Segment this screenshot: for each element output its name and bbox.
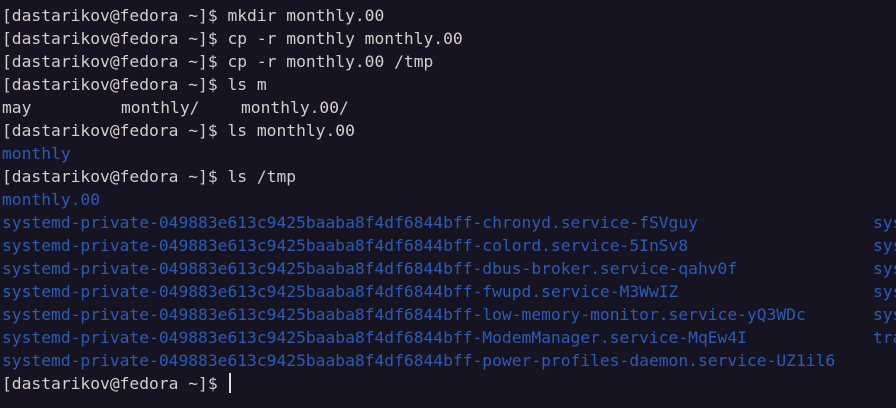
terminal-window[interactable]: [dastarikov@fedora ~]$ mkdir monthly.00 … [0,0,896,408]
ls-entry-directory-truncated: sys [873,213,896,232]
ls-output-row: systemd-private-049883e613c9425baaba8f4d… [2,349,896,372]
ls-entry: may [2,98,32,117]
ls-entry: monthly/ [121,98,200,117]
shell-prompt: [dastarikov@fedora ~]$ [2,52,228,71]
terminal-line: [dastarikov@fedora ~]$ mkdir monthly.00 [2,4,896,27]
terminal-line: [dastarikov@fedora ~]$ ls m [2,73,896,96]
command-text: cp -r monthly monthly.00 [227,29,463,48]
ls-output-row: systemd-private-049883e613c9425baaba8f4d… [2,211,896,234]
active-prompt-line[interactable]: [dastarikov@fedora ~]$ [2,372,896,395]
ls-entry-directory: systemd-private-049883e613c9425baaba8f4d… [2,328,747,347]
ls-entry-directory-truncated: tra [873,328,896,347]
shell-prompt: [dastarikov@fedora ~]$ [2,121,228,140]
command-text: mkdir monthly.00 [227,6,385,25]
ls-entry-directory-truncated: sys [873,305,896,324]
terminal-line: [dastarikov@fedora ~]$ cp -r monthly mon… [2,27,896,50]
ls-output-row: systemd-private-049883e613c9425baaba8f4d… [2,326,896,349]
command-text: cp -r monthly.00 /tmp [227,52,434,71]
shell-prompt: [dastarikov@fedora ~]$ [2,29,228,48]
terminal-line: [dastarikov@fedora ~]$ ls monthly.00 [2,119,896,142]
shell-prompt: [dastarikov@fedora ~]$ [2,75,228,94]
terminal-line: [dastarikov@fedora ~]$ cp -r monthly.00 … [2,50,896,73]
ls-entry-directory-truncated: sys [873,236,896,255]
shell-prompt: [dastarikov@fedora ~]$ [2,374,228,393]
shell-prompt: [dastarikov@fedora ~]$ [2,6,228,25]
ls-output-row: systemd-private-049883e613c9425baaba8f4d… [2,303,896,326]
ls-output-row: systemd-private-049883e613c9425baaba8f4d… [2,280,896,303]
ls-output-row: systemd-private-049883e613c9425baaba8f4d… [2,257,896,280]
shell-prompt: [dastarikov@fedora ~]$ [2,167,228,186]
ls-entry-directory: systemd-private-049883e613c9425baaba8f4d… [2,213,698,232]
ls-entry-directory: systemd-private-049883e613c9425baaba8f4d… [2,351,836,370]
ls-entry-directory: monthly [2,144,71,163]
command-text: ls monthly.00 [227,121,355,140]
ls-entry-directory: systemd-private-049883e613c9425baaba8f4d… [2,236,689,255]
terminal-line: [dastarikov@fedora ~]$ ls /tmp [2,165,896,188]
ls-entry: monthly.00/ [241,98,349,117]
ls-entry-directory: systemd-private-049883e613c9425baaba8f4d… [2,282,679,301]
text-cursor[interactable] [229,373,232,393]
command-text: ls /tmp [227,167,297,186]
ls-entry-directory: systemd-private-049883e613c9425baaba8f4d… [2,305,806,324]
ls-entry-directory-truncated: sys [873,282,896,301]
ls-entry-directory: systemd-private-049883e613c9425baaba8f4d… [2,259,738,278]
ls-output-row: systemd-private-049883e613c9425baaba8f4d… [2,234,896,257]
ls-output-row: may monthly/ monthly.00/ [2,96,896,119]
ls-entry-directory-truncated: sys [873,259,896,278]
command-text: ls m [227,75,267,94]
ls-output-row: monthly.00 [2,188,896,211]
ls-entry-directory: monthly.00 [2,190,101,209]
